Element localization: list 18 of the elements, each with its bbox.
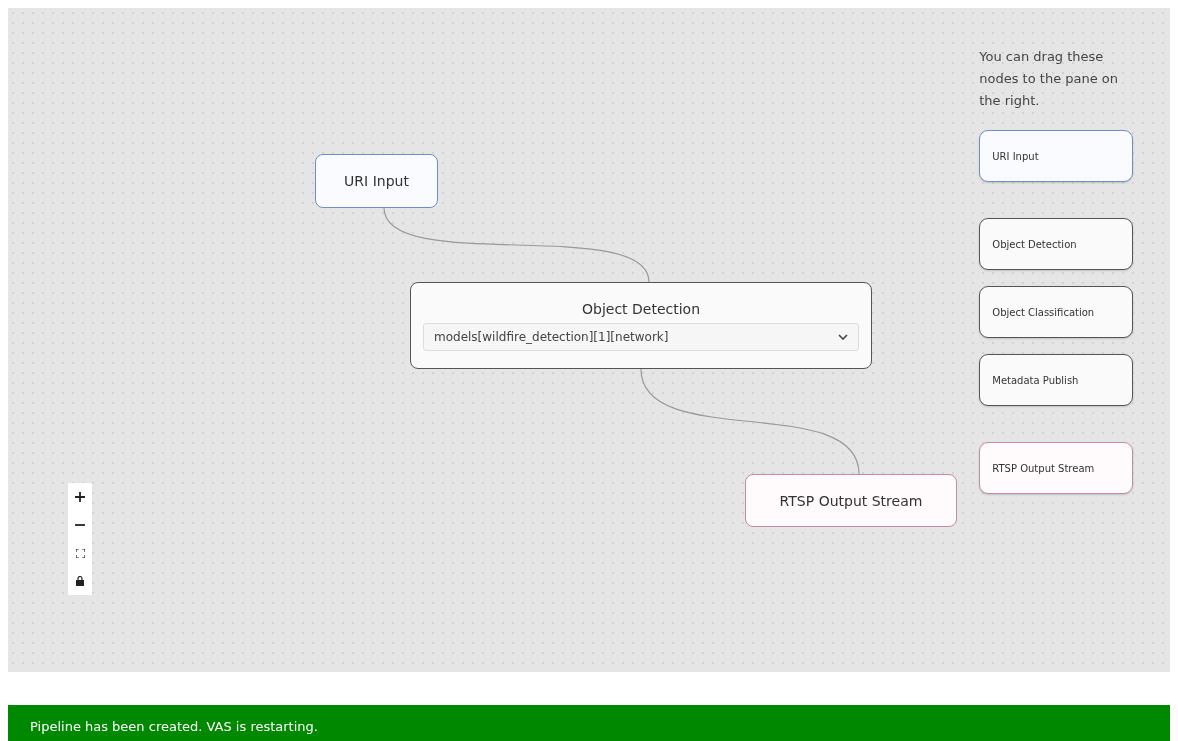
- lock-icon: [76, 576, 84, 586]
- plus-icon: [75, 492, 85, 502]
- pipeline-node[interactable]: URI Input: [315, 154, 438, 208]
- draggable-node[interactable]: RTSP Output Stream: [979, 442, 1134, 494]
- model-select[interactable]: models[wildfire_detection][1][network]: [423, 322, 859, 351]
- palette-hint: You can drag these nodes to the pane on the right.: [979, 48, 1120, 110]
- pipeline-node[interactable]: Object Detection models[wildfire_detection][1][network]: [410, 282, 872, 369]
- draggable-node[interactable]: URI Input: [979, 130, 1134, 182]
- banner-message: Pipeline has been created. VAS is restarting.: [30, 719, 318, 734]
- node-title: Object Detection: [581, 300, 701, 317]
- draggable-node[interactable]: Object Classification: [979, 286, 1134, 338]
- draggable-node[interactable]: Metadata Publish: [979, 354, 1134, 406]
- pipeline-node[interactable]: RTSP Output Stream: [745, 474, 957, 527]
- chevron-down-icon: [838, 333, 848, 340]
- node-title: RTSP Output Stream: [779, 492, 923, 509]
- node-title: URI Input: [344, 173, 409, 189]
- fit-view-icon: [75, 548, 85, 558]
- draggable-node[interactable]: Object Detection: [979, 218, 1134, 270]
